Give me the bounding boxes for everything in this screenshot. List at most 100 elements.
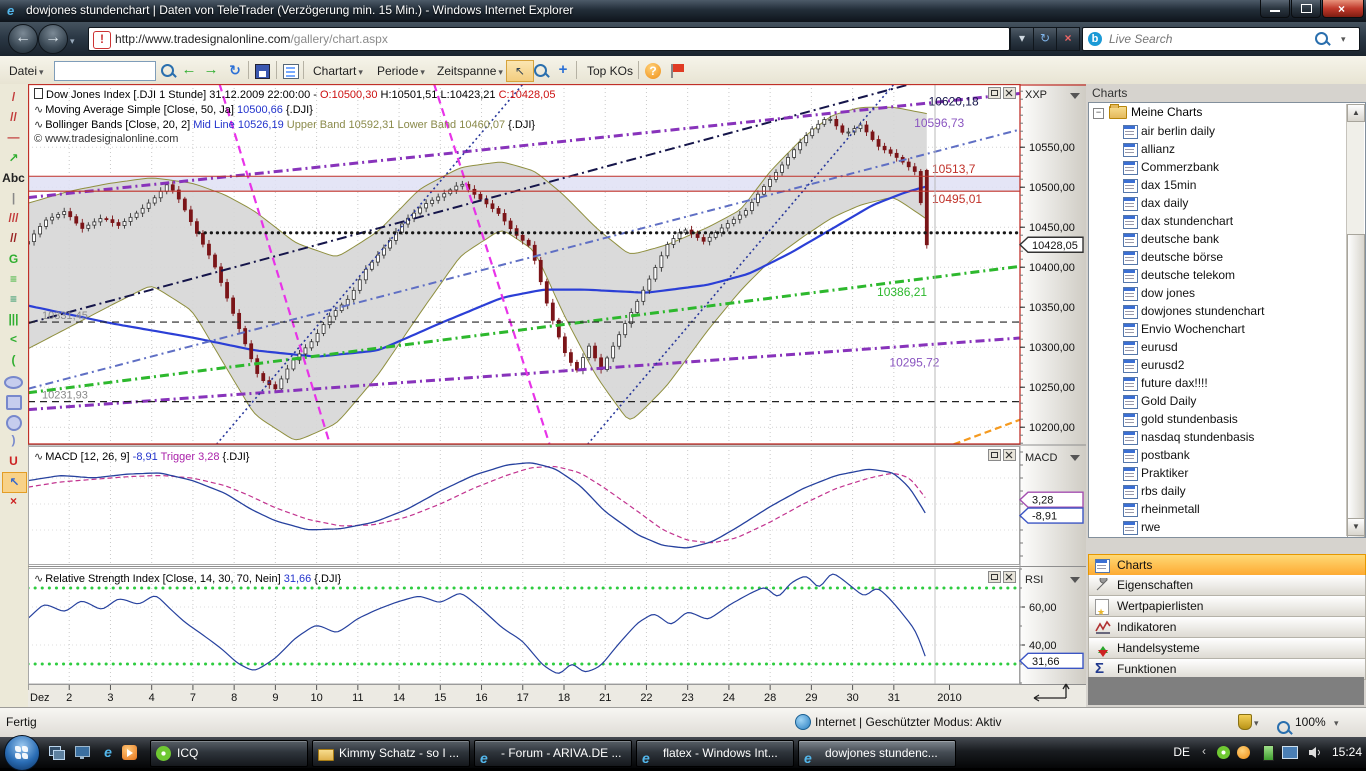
back-button[interactable]: ← [8,24,38,54]
gann-tool[interactable]: G [2,250,25,269]
language-indicator[interactable]: DE [1173,745,1190,759]
tree-item[interactable]: air berlin daily [1089,122,1365,140]
chart-canvas[interactable]: 10331,4510231,9310513,710495,0110620,181… [28,84,1086,707]
minimize-button[interactable] [1260,0,1290,18]
volume-icon[interactable] [1308,746,1322,759]
icq-tray-icon[interactable] [1217,746,1230,759]
tree-item[interactable]: gold stundenbasis [1089,410,1365,428]
top-kos-button[interactable]: Top KOs [582,60,638,82]
fan-lines-tool[interactable]: /// [2,209,25,228]
save-icon[interactable] [253,61,271,79]
tree-item[interactable]: dowjones stundenchart [1089,302,1365,320]
history-caret-icon[interactable]: ▾ [70,36,75,47]
tree-item[interactable]: future dax!!!! [1089,374,1365,392]
task-button[interactable]: eflatex - Windows Int... [636,740,794,767]
protected-caret-icon[interactable]: ▾ [1254,718,1259,729]
address-bar[interactable]: ! http://www.tradesignalonline.com/galle… [88,27,1010,51]
battery-icon[interactable] [1263,745,1274,761]
tree-item[interactable]: Praktiker [1089,464,1365,482]
zoom-level[interactable]: 100% [1295,715,1326,729]
sidebar-tab-wertpapierlisten[interactable]: Wertpapierlisten [1088,596,1366,617]
search-icon[interactable] [1315,32,1328,45]
circle-tool[interactable] [2,411,25,430]
tree-item[interactable]: dax 15min [1089,176,1365,194]
fan-tool[interactable]: < [2,330,25,349]
arc-tool[interactable]: ) [2,431,25,450]
zoom-icon[interactable] [1277,721,1290,734]
tree-root[interactable]: − Meine Charts [1089,103,1365,122]
text-tool[interactable]: Abc [2,169,25,188]
sidebar-tab-eigenschaften[interactable]: Eigenschaften [1088,575,1366,596]
tree-item[interactable]: dax daily [1089,194,1365,212]
ellipse-tool[interactable] [2,371,25,390]
restore-button[interactable] [1291,0,1321,18]
tree-item[interactable]: rbs daily [1089,482,1365,500]
task-button[interactable]: Kimmy Schatz - so I ... [312,740,470,767]
stop-button[interactable]: × [1056,27,1080,51]
horizontal-line-tool[interactable]: — [2,128,25,147]
tray-chevron-icon[interactable]: ‹ [1202,744,1206,758]
vertical-line-tool[interactable]: | [2,189,25,208]
alert-icon[interactable]: ! [93,31,111,49]
periode-menu[interactable]: Periode▾ [372,60,430,82]
properties-icon[interactable] [281,61,299,79]
magnet-tool[interactable]: U [2,452,25,471]
scroll-thumb[interactable] [1347,234,1365,538]
tree-item[interactable]: Gold Daily [1089,392,1365,410]
sidebar-tab-charts[interactable]: Charts [1088,554,1366,576]
task-button[interactable]: edowjones stundenc... [798,740,956,767]
tree-item[interactable]: dow jones [1089,284,1365,302]
forward-button[interactable]: → [38,24,68,54]
arrow-tool[interactable]: ↗ [2,149,25,168]
search-caret-icon[interactable]: ▾ [1341,34,1346,45]
media-player-icon[interactable] [120,742,140,762]
select-tool[interactable]: ↖ [2,472,27,493]
flag-icon[interactable] [668,61,686,79]
address-dropdown-button[interactable]: ▾ [1010,27,1034,51]
crosshair-icon[interactable]: + [554,61,572,79]
tree-item[interactable]: s&p500 stundenchart [1089,536,1365,538]
chartart-menu[interactable]: Chartart▾ [308,60,368,82]
tree-scrollbar[interactable]: ▲ ▼ [1346,104,1364,536]
zoom-caret-icon[interactable]: ▾ [1334,718,1339,729]
tree-item[interactable]: eurusd2 [1089,356,1365,374]
close-button[interactable]: × [1322,0,1364,18]
url-text[interactable]: http://www.tradesignalonline.com/gallery… [115,32,388,46]
scroll-down-icon[interactable]: ▼ [1347,518,1365,536]
tree-item[interactable]: deutsche bank [1089,230,1365,248]
ie-quicklaunch-icon[interactable]: e [98,742,118,762]
tree-item[interactable]: eurusd [1089,338,1365,356]
zoom-in-icon[interactable] [532,61,550,79]
messenger-tray-icon[interactable] [1237,746,1250,759]
search-box[interactable]: b ▾ [1082,27,1360,51]
fibonacci-timezones-tool[interactable]: ≡ [2,290,25,309]
file-menu[interactable]: Datei▾ [4,60,49,82]
scroll-up-icon[interactable]: ▲ [1347,104,1365,122]
pointer-tool-button[interactable]: ↖ [506,60,534,82]
tree-item[interactable]: postbank [1089,446,1365,464]
charts-tree[interactable]: − Meine Charts air berlin dailyallianzCo… [1088,102,1366,538]
tree-item[interactable]: allianz [1089,140,1365,158]
start-button[interactable] [4,735,40,771]
arcs-tool[interactable]: ( [2,351,25,370]
tree-item[interactable]: rwe [1089,518,1365,536]
fibonacci-extension-tool[interactable]: ||| [2,310,25,329]
zeitspanne-menu[interactable]: Zeitspanne▾ [432,60,508,82]
show-desktop-icon[interactable] [72,742,92,762]
sidebar-tab-handelssysteme[interactable]: Handelsysteme [1088,638,1366,659]
tree-item[interactable]: deutsche telekom [1089,266,1365,284]
refresh-button[interactable]: ↻ [1033,27,1057,51]
collapse-icon[interactable]: − [1093,108,1104,119]
rectangle-tool[interactable] [2,391,25,410]
tree-item[interactable]: nasdaq stundenbasis [1089,428,1365,446]
pitchfork-tool[interactable]: // [2,229,25,248]
delete-tool[interactable]: × [2,492,25,511]
network-icon[interactable] [1282,746,1298,759]
tree-item[interactable]: Commerzbank [1089,158,1365,176]
window-switcher-icon[interactable] [46,742,66,762]
tree-item[interactable]: dax stundenchart [1089,212,1365,230]
tree-item[interactable]: Envio Wochenchart [1089,320,1365,338]
tree-item[interactable]: deutsche börse [1089,248,1365,266]
search-symbol-icon[interactable] [158,61,176,79]
fibonacci-retracement-tool[interactable]: ≡ [2,270,25,289]
